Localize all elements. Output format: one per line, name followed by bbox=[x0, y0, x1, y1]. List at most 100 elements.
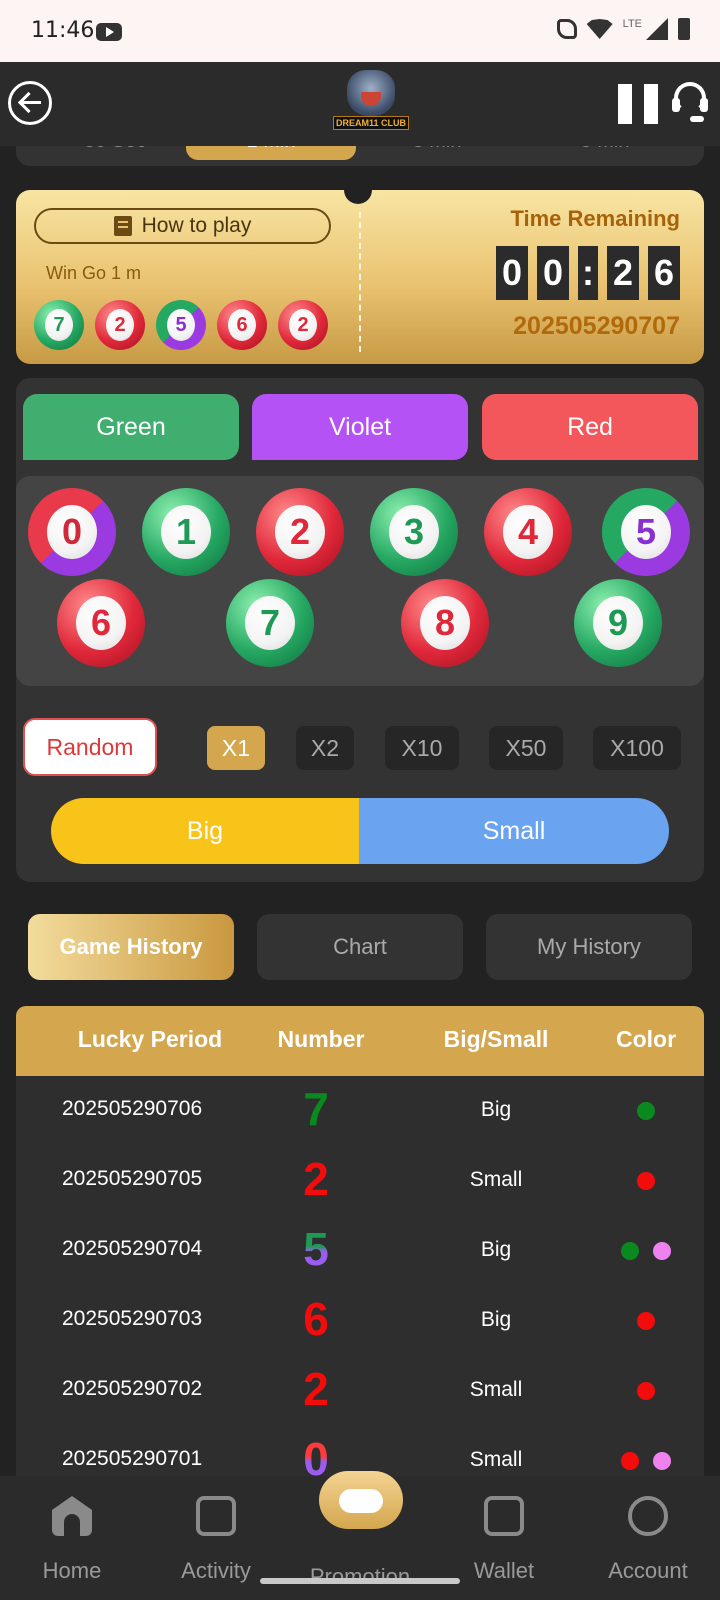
gamepad-icon[interactable] bbox=[319, 1471, 403, 1529]
nav-account-label: Account bbox=[608, 1558, 688, 1583]
big-small-cell: Small bbox=[469, 1448, 523, 1471]
status-bar: 11:46 LTE bbox=[0, 0, 720, 62]
number-ball-8[interactable]: 8 bbox=[401, 579, 489, 667]
time-remaining-label: Time Remaining bbox=[510, 206, 680, 231]
signal-icon bbox=[646, 18, 668, 40]
pause-icon[interactable] bbox=[618, 84, 658, 124]
youtube-icon bbox=[96, 23, 122, 41]
app-header: DREAM11 CLUB bbox=[0, 62, 720, 146]
color-dot bbox=[653, 1242, 671, 1260]
big-small-cell: Small bbox=[469, 1168, 523, 1191]
game-mode-tabs: 30 Sec 1 Min 3 Min 5 Min bbox=[16, 146, 704, 166]
period-cell: 202505290704 bbox=[62, 1237, 203, 1260]
timer-digit: 6 bbox=[648, 246, 680, 300]
table-header: Lucky Period Number Big/Small Color bbox=[16, 1006, 704, 1076]
logo-text: DREAM11 CLUB bbox=[333, 116, 409, 130]
tab-game-history[interactable]: Game History bbox=[28, 914, 234, 980]
color-dot bbox=[637, 1382, 655, 1400]
color-dot bbox=[637, 1312, 655, 1330]
book-icon bbox=[113, 216, 132, 236]
random-button[interactable]: Random bbox=[23, 718, 157, 776]
wolf-logo-icon bbox=[347, 70, 395, 116]
bet-green-button[interactable]: Green bbox=[23, 394, 239, 460]
big-small-cell: Big bbox=[480, 1308, 512, 1331]
number-grid: 0 1 2 3 4 5 6 7 8 9 bbox=[16, 476, 704, 686]
multiplier-x100[interactable]: X100 bbox=[593, 726, 681, 770]
header-lucky-period: Lucky Period bbox=[77, 1026, 223, 1052]
recent-ball: 5 bbox=[156, 300, 206, 350]
how-to-play-button[interactable]: How to play bbox=[34, 208, 331, 244]
number-ball-4[interactable]: 4 bbox=[484, 488, 572, 576]
headset-support-icon[interactable] bbox=[672, 82, 708, 124]
period-cell: 202505290706 bbox=[62, 1097, 203, 1120]
header-number: Number bbox=[277, 1026, 365, 1052]
recent-ball: 6 bbox=[217, 300, 267, 350]
table-row: 202505290702 2 Small bbox=[16, 1356, 704, 1426]
color-dot bbox=[621, 1452, 639, 1470]
number-ball-7[interactable]: 7 bbox=[226, 579, 314, 667]
recent-results: 7 2 5 6 2 bbox=[34, 300, 328, 350]
bet-small-button[interactable]: Small bbox=[359, 798, 669, 864]
timer-colon: : bbox=[578, 246, 598, 300]
number-cell: 6 bbox=[303, 1293, 329, 1345]
number-ball-1[interactable]: 1 bbox=[142, 488, 230, 576]
header-big-small: Big/Small bbox=[443, 1026, 549, 1052]
number-ball-2[interactable]: 2 bbox=[256, 488, 344, 576]
number-cell: 7 bbox=[303, 1083, 329, 1135]
color-cell bbox=[606, 1452, 686, 1470]
number-cell: 5 bbox=[286, 1222, 346, 1276]
nav-account[interactable]: Account bbox=[578, 1476, 718, 1600]
color-cell bbox=[606, 1242, 686, 1260]
wifi-icon bbox=[586, 19, 613, 39]
mode-tab-3min[interactable]: 3 Min bbox=[352, 146, 522, 160]
wallet-icon bbox=[484, 1496, 524, 1536]
how-to-play-label: How to play bbox=[141, 214, 252, 237]
bet-violet-button[interactable]: Violet bbox=[252, 394, 468, 460]
recent-ball: 7 bbox=[34, 300, 84, 350]
tab-chart[interactable]: Chart bbox=[257, 914, 463, 980]
multiplier-x50[interactable]: X50 bbox=[489, 726, 563, 770]
gesture-handle bbox=[260, 1578, 460, 1584]
recent-ball: 2 bbox=[95, 300, 145, 350]
timer-digit: 0 bbox=[537, 246, 569, 300]
timer-digit: 2 bbox=[607, 246, 639, 300]
nav-home-label: Home bbox=[42, 1558, 102, 1583]
game-name: Win Go 1 m bbox=[46, 263, 142, 283]
number-ball-9[interactable]: 9 bbox=[574, 579, 662, 667]
mode-tab-30sec[interactable]: 30 Sec bbox=[30, 146, 200, 160]
timer-digit: 0 bbox=[496, 246, 528, 300]
color-dot bbox=[637, 1172, 655, 1190]
shopping-bag-icon bbox=[196, 1496, 236, 1536]
number-ball-6[interactable]: 6 bbox=[57, 579, 145, 667]
table-row: 202505290703 6 Big bbox=[16, 1286, 704, 1356]
mode-tab-5min[interactable]: 5 Min bbox=[520, 146, 690, 160]
big-small-toggle: Big Small bbox=[51, 798, 669, 864]
number-ball-5[interactable]: 5 bbox=[602, 488, 690, 576]
countdown-timer: 0 0 : 2 6 bbox=[496, 246, 680, 300]
color-dot bbox=[621, 1242, 639, 1260]
app-logo: DREAM11 CLUB bbox=[333, 70, 409, 136]
color-dot bbox=[653, 1452, 671, 1470]
number-cell: 0 bbox=[286, 1432, 346, 1476]
mode-tab-1min[interactable]: 1 Min bbox=[186, 146, 356, 160]
game-history-table: Lucky Period Number Big/Small Color 2025… bbox=[16, 1006, 704, 1476]
tab-my-history[interactable]: My History bbox=[486, 914, 692, 980]
round-info-panel: How to play Win Go 1 m 7 2 5 6 2 Time Re… bbox=[16, 176, 704, 364]
multiplier-x10[interactable]: X10 bbox=[385, 726, 459, 770]
multiplier-x2[interactable]: X2 bbox=[296, 726, 354, 770]
number-ball-0[interactable]: 0 bbox=[28, 488, 116, 576]
big-small-cell: Small bbox=[469, 1378, 523, 1401]
recent-ball: 2 bbox=[278, 300, 328, 350]
multiplier-x1[interactable]: X1 bbox=[207, 726, 265, 770]
table-row: 202505290704 5 Big bbox=[16, 1216, 704, 1286]
bet-big-button[interactable]: Big bbox=[51, 798, 359, 864]
big-small-cell: Big bbox=[480, 1238, 512, 1261]
account-icon bbox=[628, 1496, 668, 1536]
period-cell: 202505290701 bbox=[62, 1447, 203, 1470]
nav-home[interactable]: Home bbox=[2, 1476, 142, 1600]
number-ball-3[interactable]: 3 bbox=[370, 488, 458, 576]
back-icon[interactable] bbox=[8, 81, 52, 125]
bet-red-button[interactable]: Red bbox=[482, 394, 698, 460]
period-cell: 202505290703 bbox=[62, 1307, 203, 1330]
period-cell: 202505290705 bbox=[62, 1167, 203, 1190]
